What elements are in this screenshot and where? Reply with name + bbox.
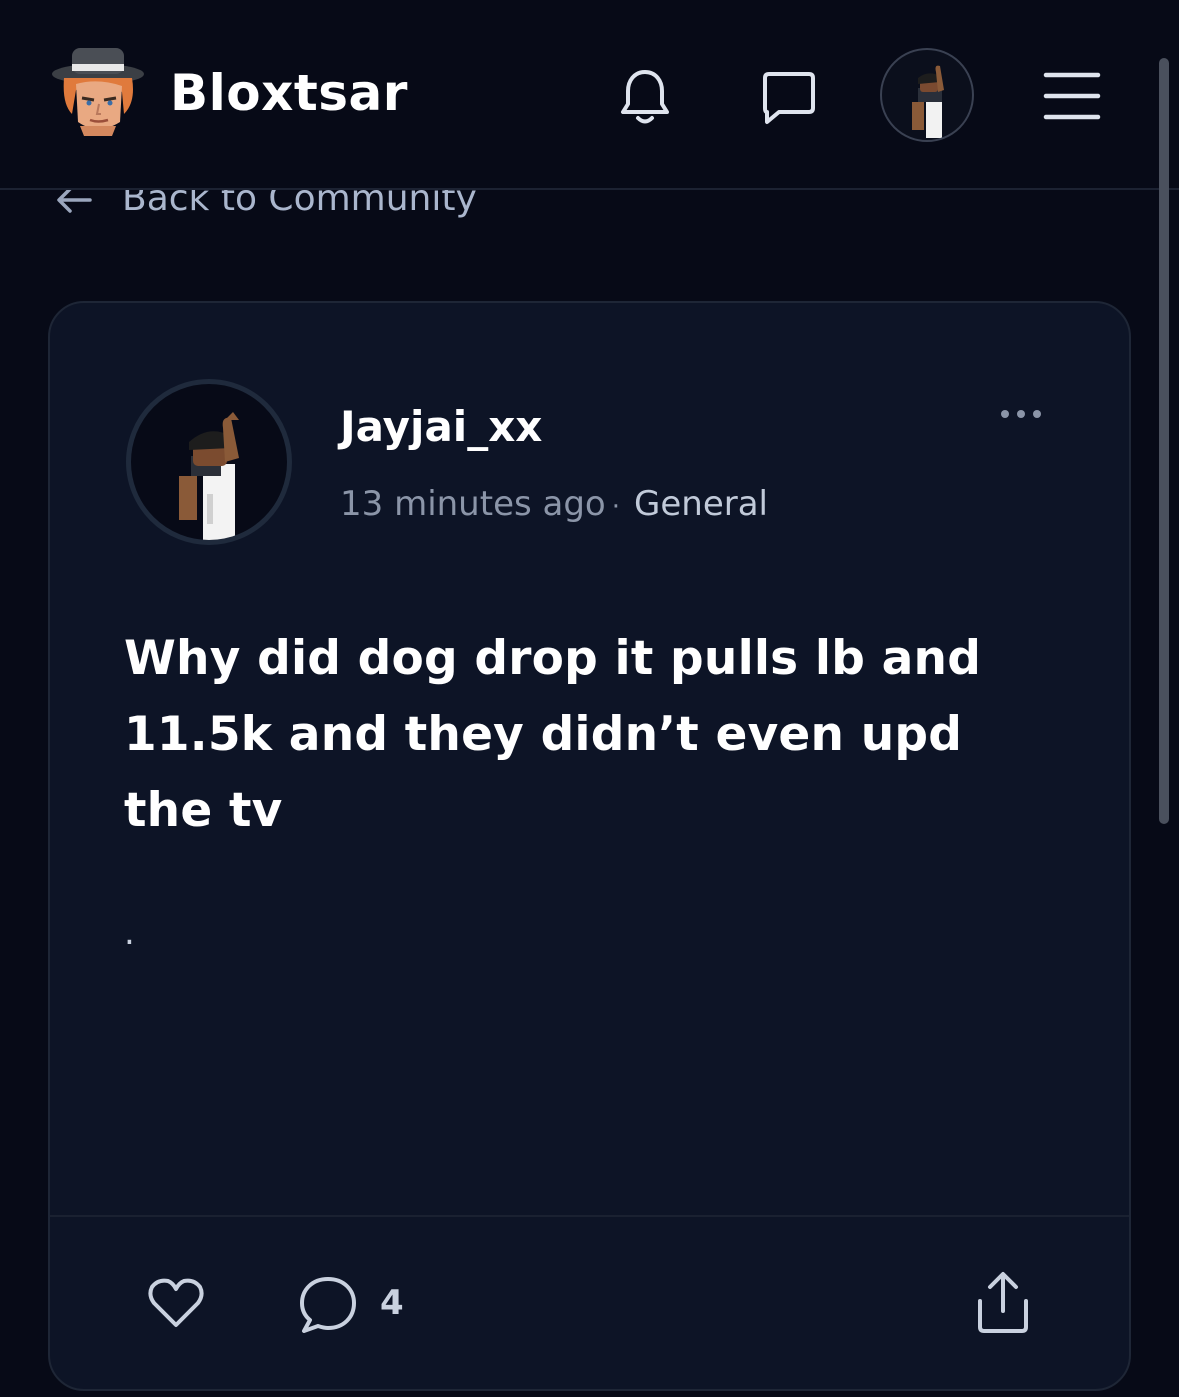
user-avatar[interactable] <box>880 48 974 142</box>
menu-button[interactable] <box>1040 66 1104 126</box>
chat-icon <box>763 72 815 124</box>
logo-avatar-icon[interactable] <box>50 44 146 136</box>
hamburger-menu-icon <box>1043 72 1101 120</box>
heart-icon[interactable] <box>146 1275 206 1331</box>
scrollbar[interactable] <box>1159 58 1169 824</box>
more-horizontal-icon <box>1001 410 1041 418</box>
avatar-figure-icon <box>179 412 239 540</box>
brand-title[interactable]: Bloxtsar <box>170 60 408 126</box>
meta-separator: · <box>611 492 620 522</box>
messages-button[interactable] <box>756 64 822 130</box>
avatar-figure-icon <box>912 65 944 138</box>
notifications-button[interactable] <box>612 64 678 130</box>
top-navbar: Bloxtsar <box>0 0 1179 190</box>
comment-count: 4 <box>380 1283 404 1323</box>
post-body: Why did dog drop it pulls lb and 11.5k a… <box>124 631 982 838</box>
page: Back to Community Bloxtsar Jayjai_xx 13 … <box>0 0 1179 1397</box>
post-meta: 13 minutes ago · General <box>340 481 768 530</box>
author-name[interactable]: Jayjai_xx <box>340 399 542 455</box>
comment-icon[interactable] <box>296 1275 360 1335</box>
more-options-button[interactable] <box>996 399 1046 429</box>
post-extra-text: . <box>124 913 135 953</box>
card-divider <box>50 1215 1129 1217</box>
bell-icon <box>621 70 669 124</box>
share-icon[interactable] <box>972 1269 1034 1335</box>
post-card: Jayjai_xx 13 minutes ago · General Why did… <box>48 301 1131 1391</box>
post-time: 13 minutes ago <box>340 484 606 524</box>
author-avatar[interactable] <box>126 379 292 545</box>
post-category[interactable]: General <box>634 484 768 524</box>
